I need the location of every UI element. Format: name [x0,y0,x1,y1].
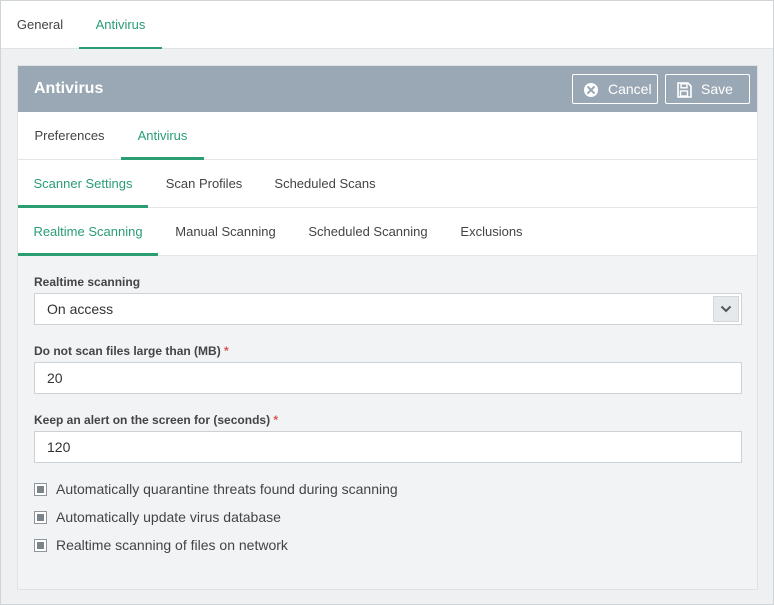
realtime-scanning-select[interactable]: On access [34,293,742,325]
alert-duration-label: Keep an alert on the screen for (seconds… [34,413,279,427]
cancel-button[interactable]: Cancel [572,74,658,104]
checkbox-checked-icon[interactable] [34,510,47,524]
chevron-down-icon[interactable] [713,296,739,322]
tab-antivirus-settings[interactable]: Antivirus [121,112,204,160]
tab-general[interactable]: General [1,1,79,49]
cancel-label: Cancel [608,81,652,97]
quarantine-checkbox[interactable]: Automatically quarantine threats found d… [34,479,398,499]
required-marker: * [273,413,279,427]
save-label: Save [701,81,733,97]
cancel-icon [582,80,600,98]
realtime-scanning-value: On access [47,301,114,317]
save-icon [675,80,693,98]
quarantine-checkbox-label: Automatically quarantine threats found d… [56,481,398,497]
max-size-value: 20 [47,370,63,386]
window: General Antivirus Antivirus Cancel Save … [0,0,774,605]
alert-duration-value: 120 [47,439,71,455]
tab-preferences[interactable]: Preferences [18,112,121,160]
tab-exclusions[interactable]: Exclusions [443,208,540,256]
tab-scanner-settings[interactable]: Scanner Settings [18,160,148,208]
antivirus-panel: Antivirus Cancel Save Preferences Antivi… [17,65,758,590]
panel-header: Antivirus Cancel Save [18,66,757,112]
section-tab-bar: Preferences Antivirus [18,112,757,160]
realtime-scanning-form: Realtime scanning On access Do not scan … [18,256,757,589]
tab-realtime-scanning[interactable]: Realtime Scanning [18,208,158,256]
network-scanning-checkbox-label: Realtime scanning of files on network [56,537,288,553]
max-size-input[interactable]: 20 [34,362,742,394]
update-database-checkbox[interactable]: Automatically update virus database [34,507,281,527]
required-marker: * [224,344,229,358]
checkbox-checked-icon[interactable] [34,482,47,496]
scanner-tab-bar: Scanner Settings Scan Profiles Scheduled… [18,160,757,208]
panel-title: Antivirus [34,80,104,97]
checkbox-checked-icon[interactable] [34,538,47,552]
save-button[interactable]: Save [665,74,750,104]
network-scanning-checkbox[interactable]: Realtime scanning of files on network [34,535,288,555]
alert-duration-input[interactable]: 120 [34,431,742,463]
tab-manual-scanning[interactable]: Manual Scanning [158,208,293,256]
update-database-checkbox-label: Automatically update virus database [56,509,281,525]
tab-scheduled-scanning[interactable]: Scheduled Scanning [293,208,443,256]
scanning-tab-bar: Realtime Scanning Manual Scanning Schedu… [18,208,757,256]
top-tab-bar: General Antivirus [1,1,773,49]
tab-scan-profiles[interactable]: Scan Profiles [148,160,260,208]
tab-antivirus[interactable]: Antivirus [79,1,162,49]
max-size-label: Do not scan files large than (MB) * [34,344,229,358]
realtime-scanning-label: Realtime scanning [34,275,141,289]
tab-scheduled-scans[interactable]: Scheduled Scans [260,160,390,208]
